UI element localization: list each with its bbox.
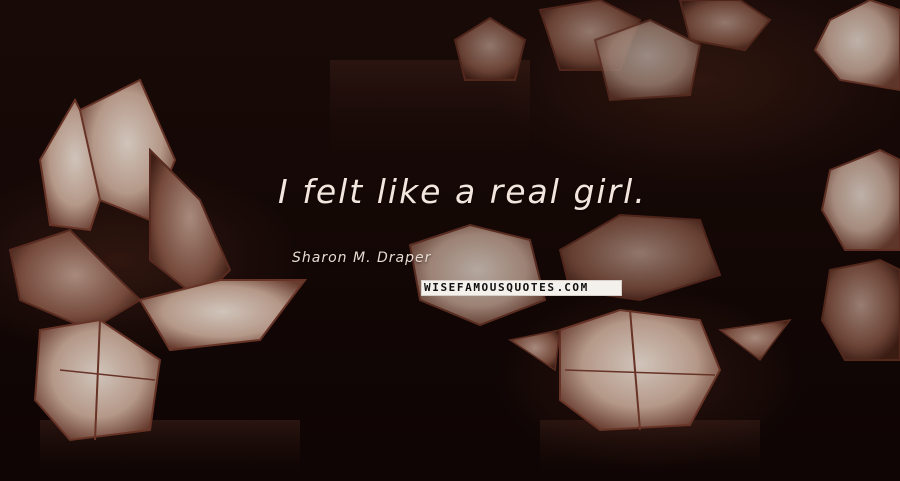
watermark-logo: WISEFAMOUSQUOTES . COM: [421, 280, 622, 296]
watermark-dot: .: [556, 281, 564, 294]
quote-card: I felt like a real girl. Sharon M. Drape…: [0, 0, 900, 481]
watermark-main-text: WISEFAMOUSQUOTES: [424, 281, 556, 294]
quote-author: Sharon M. Draper: [292, 250, 432, 266]
watermark-suffix: COM: [564, 281, 589, 294]
dark-overlay: [0, 0, 900, 481]
quote-text: I felt like a real girl.: [278, 172, 647, 211]
